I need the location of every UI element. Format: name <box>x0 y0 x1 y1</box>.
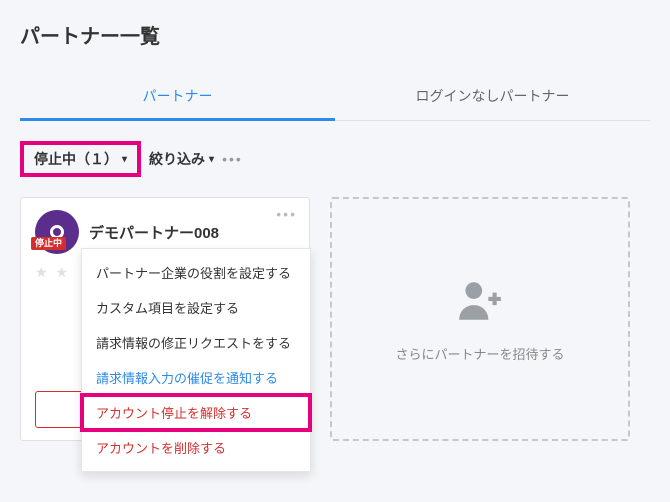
menu-set-custom[interactable]: カスタム項目を設定する <box>82 290 310 325</box>
card-menu-icon[interactable]: ••• <box>276 206 297 222</box>
chevron-down-icon: ▾ <box>122 154 127 165</box>
menu-delete-account[interactable]: アカウントを削除する <box>82 430 310 465</box>
status-filter-label: 停止中（１） <box>34 149 118 169</box>
dropdown-menu: パートナー企業の役割を設定する カスタム項目を設定する 請求情報の修正リクエスト… <box>81 248 311 472</box>
cards-row: ••• 停止中 デモパートナー008 ★ ★ パートナー企業の役割を設定する カ… <box>20 197 650 441</box>
menu-notify-input[interactable]: 請求情報入力の催促を通知する <box>82 360 310 395</box>
tab-partner[interactable]: パートナー <box>20 74 335 121</box>
invite-partner-card[interactable]: さらにパートナーを招待する <box>330 197 630 441</box>
avatar: 停止中 <box>35 210 79 254</box>
filter-bar: 停止中（１） ▾ 絞り込み ▾ ••• <box>20 141 650 177</box>
menu-set-role[interactable]: パートナー企業の役割を設定する <box>82 255 310 290</box>
menu-unsuspend-account[interactable]: アカウント停止を解除する <box>82 395 310 430</box>
page-title: パートナー一覧 <box>20 20 650 49</box>
refine-filter-label: 絞り込み <box>149 149 205 169</box>
refine-filter[interactable]: 絞り込み ▾ <box>149 149 214 169</box>
add-user-icon <box>455 276 505 326</box>
invite-text: さらにパートナーを招待する <box>395 344 564 363</box>
tabs-container: パートナー ログインなしパートナー <box>20 74 650 121</box>
status-filter-highlight: 停止中（１） ▾ <box>20 141 141 177</box>
menu-fix-request[interactable]: 請求情報の修正リクエストをする <box>82 325 310 360</box>
status-filter[interactable]: 停止中（１） ▾ <box>34 149 127 169</box>
partner-card: ••• 停止中 デモパートナー008 ★ ★ パートナー企業の役割を設定する カ… <box>20 197 310 441</box>
partner-name: デモパートナー008 <box>89 222 219 243</box>
more-options-icon[interactable]: ••• <box>222 151 243 167</box>
tab-nologin-partner[interactable]: ログインなしパートナー <box>335 74 650 120</box>
chevron-down-icon: ▾ <box>209 154 214 165</box>
status-badge: 停止中 <box>31 237 66 250</box>
